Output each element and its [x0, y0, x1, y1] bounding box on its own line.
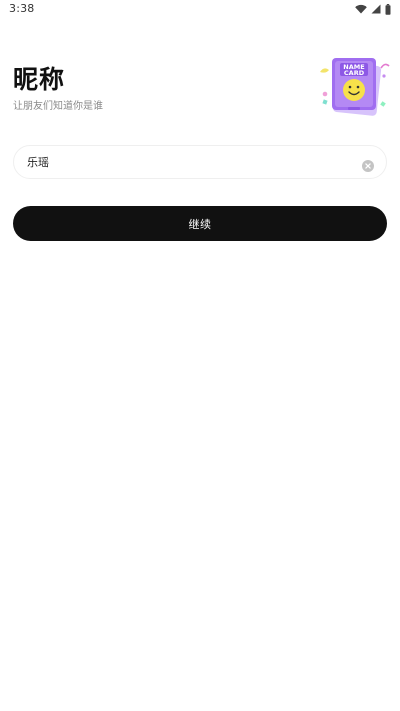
smiley-face [343, 79, 365, 101]
battery-icon [385, 3, 391, 15]
wifi-icon [355, 4, 367, 14]
confetti-shape [322, 99, 328, 105]
nickname-field[interactable] [13, 145, 387, 179]
continue-button-label: 继续 [188, 217, 212, 231]
page-subtitle: 让朋友们知道你是谁 [13, 101, 103, 112]
confetti-shape [320, 68, 329, 73]
status-icons [355, 3, 391, 15]
confetti-shape [322, 91, 328, 97]
status-bar: 3:38 [0, 0, 400, 18]
clear-icon[interactable] [362, 157, 374, 172]
signal-icon [371, 4, 381, 14]
confetti-shape [380, 63, 390, 69]
status-time: 3:38 [9, 2, 35, 15]
name-card-illustration: NAME CARD [318, 54, 392, 118]
confetti-shape [382, 74, 386, 78]
page-title: 昵称 [13, 65, 66, 94]
nickname-input[interactable] [27, 155, 347, 169]
svg-text:CARD: CARD [344, 69, 365, 77]
continue-button[interactable]: 继续 [13, 206, 387, 241]
confetti-shape [380, 101, 386, 107]
